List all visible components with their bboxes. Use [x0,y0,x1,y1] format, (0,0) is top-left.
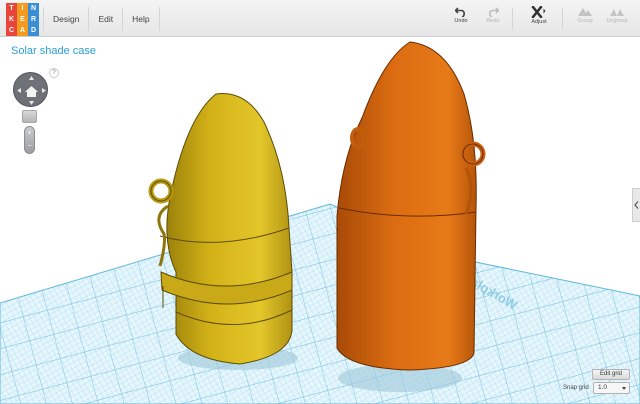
main-menu: Design Edit Help [43,7,160,31]
group-label: Group [577,18,593,24]
shapes-panel-toggle[interactable] [632,188,640,222]
zoom-in-button[interactable]: + [25,127,34,140]
logo-letter: K [6,14,17,25]
ungroup-label: Ungroup [606,18,628,24]
view-cube[interactable] [13,72,48,107]
logo-letter: R [28,14,39,25]
toolbar-divider [562,8,563,30]
logo-letter: I [17,3,28,14]
undo-label: Undo [454,18,468,24]
adjust-label: Adjust [531,19,547,25]
orange-case-part[interactable] [336,41,486,371]
zoom-out-button[interactable]: − [25,140,34,153]
ungroup-button[interactable]: Ungroup [600,6,634,32]
snap-grid-select[interactable]: 1.0 [593,382,630,394]
help-icon[interactable]: ? [49,68,59,78]
3d-viewport[interactable]: Workplane [0,38,640,404]
chevron-down-icon [622,387,626,390]
snap-grid-label: Snap grid [563,385,589,391]
tinkercad-logo[interactable]: TINKERCAD [6,3,39,36]
design-title[interactable]: Solar shade case [11,45,96,57]
menu-design[interactable]: Design [43,7,88,31]
chevron-left-icon [634,201,639,209]
logo-letter: D [28,25,39,36]
undo-button[interactable]: Undo [444,6,478,32]
menu-edit[interactable]: Edit [88,7,122,31]
group-icon [578,8,592,16]
redo-button[interactable]: Redo [476,6,510,32]
design-canvas[interactable]: Workplane Solar shade case ? + − Edit gr… [0,38,640,404]
logo-letter: E [17,14,28,25]
logo-letter: T [6,3,17,14]
logo-letter: A [17,25,28,36]
zoom-control: + − [24,126,35,154]
adjust-button[interactable]: Adjust [522,6,556,32]
home-view-icon[interactable] [22,110,37,123]
ungroup-icon [610,9,624,16]
logo-letter: C [6,25,17,36]
top-toolbar: TINKERCAD Design Edit Help Undo Redo Adj… [0,0,640,37]
nav-cube-icon [17,76,46,105]
menu-help[interactable]: Help [122,7,160,31]
logo-letter: N [28,3,39,14]
edit-grid-button[interactable]: Edit grid [592,369,630,380]
redo-label: Redo [486,18,500,24]
toolbar-divider [512,8,513,30]
adjust-icon [531,6,546,18]
snap-grid-value: 1.0 [598,384,608,391]
workplane[interactable] [0,203,640,404]
group-button[interactable]: Group [568,6,602,32]
redo-icon [489,7,499,17]
undo-icon [455,7,465,17]
